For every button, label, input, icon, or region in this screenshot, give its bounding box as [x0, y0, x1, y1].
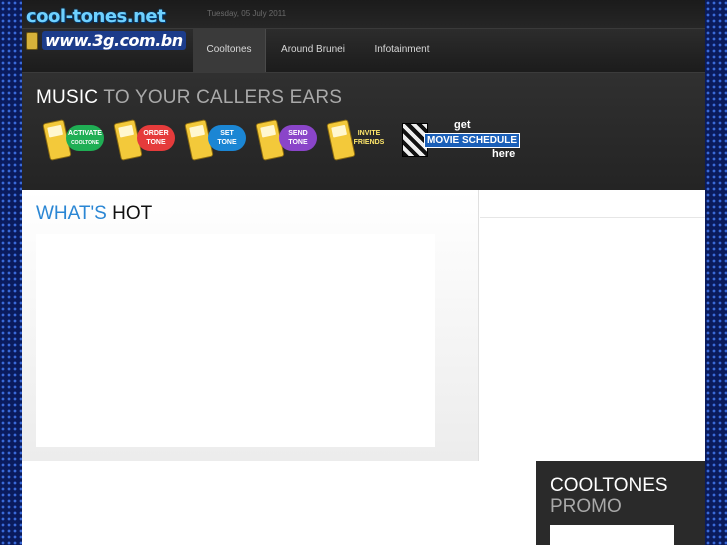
button-sublabel: TONE [217, 139, 237, 146]
movie-text-schedule: MOVIE SCHEDULE [424, 133, 521, 148]
whats-hot-title: WHAT'S HOT [36, 203, 152, 225]
nav-item-cooltones[interactable]: Cooltones [193, 29, 266, 73]
button-label: ACTIVATE [68, 130, 102, 137]
button-sublabel: COOLTONE [71, 140, 99, 146]
page: Tuesday, 05 July 2011 Cooltones Around B… [22, 0, 705, 545]
send-tone-button[interactable]: SEND TONE [255, 119, 319, 161]
button-pill: SET TONE [208, 125, 246, 151]
nav-item-label: Cooltones [206, 44, 252, 55]
logo-text-cooltones: cool-tones.net [26, 6, 166, 27]
logo-text-3g: www.3g.com.bn [42, 31, 186, 50]
button-pill: ORDER TONE [137, 125, 175, 151]
movie-text-get: get [454, 119, 471, 131]
promo-content [550, 525, 674, 545]
site-logo[interactable]: cool-tones.net www.3g.com.bn [22, 4, 192, 52]
cooltones-promo-panel: COOLTONES PROMO [536, 461, 705, 545]
promo-title-part2: PROMO [550, 496, 622, 517]
nav-item-label: Around Brunei [281, 44, 345, 55]
button-pill: SEND TONE [279, 125, 317, 151]
set-tone-button[interactable]: SET TONE [184, 119, 248, 161]
nav-item-around-brunei[interactable]: Around Brunei [272, 29, 354, 73]
button-label: SET [220, 130, 234, 137]
button-pill: INVITE FRIENDS [350, 125, 388, 151]
tagline-rest: TO YOUR CALLERS EARS [103, 87, 343, 108]
order-tone-button[interactable]: ORDER TONE [113, 119, 177, 161]
whats-hot-section: WHAT'S HOT [22, 190, 479, 461]
whats-hot-title-part1: WHAT'S [36, 203, 107, 224]
current-date: Tuesday, 05 July 2011 [207, 9, 287, 18]
whats-hot-title-part2: HOT [112, 203, 153, 224]
phone-icon [26, 32, 38, 50]
activate-cooltone-button[interactable]: ACTIVATE COOLTONE [42, 119, 106, 161]
hero-banner: MUSIC TO YOUR CALLERS EARS ACTIVATE COOL… [22, 72, 705, 190]
left-background [0, 0, 22, 545]
button-label: INVITE [357, 130, 381, 137]
button-sublabel: FRIENDS [353, 139, 385, 146]
right-column [480, 190, 705, 461]
button-sublabel: TONE [146, 139, 166, 146]
right-background [705, 0, 727, 545]
tagline-music: MUSIC [36, 87, 99, 108]
button-sublabel: TONE [288, 139, 308, 146]
promo-title-part1: COOLTONES [550, 475, 668, 496]
button-pill: ACTIVATE COOLTONE [66, 125, 104, 151]
nav-item-infotainment[interactable]: Infotainment [366, 29, 438, 73]
button-label: ORDER [143, 130, 169, 137]
divider [480, 217, 705, 218]
whats-hot-content [36, 234, 435, 447]
movie-text-here: here [492, 148, 516, 160]
nav-item-label: Infotainment [374, 44, 430, 55]
invite-friends-button[interactable]: INVITE FRIENDS [326, 119, 390, 161]
movie-schedule-link[interactable]: get MOVIE SCHEDULE here [402, 119, 522, 163]
banner-tagline: MUSIC TO YOUR CALLERS EARS [36, 87, 342, 109]
button-label: SEND [288, 130, 308, 137]
